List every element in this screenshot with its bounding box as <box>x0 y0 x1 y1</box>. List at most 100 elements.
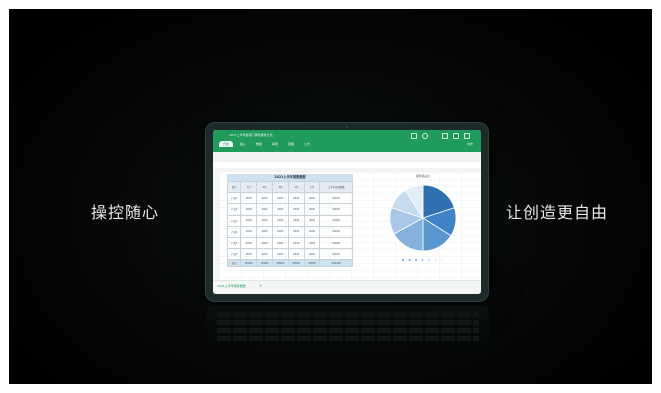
data-cell[interactable]: 0000 <box>256 236 274 250</box>
share-label[interactable]: 协作 <box>467 142 473 146</box>
tab-data[interactable]: 数据 <box>253 141 265 147</box>
tab-formula[interactable]: 公式 <box>301 141 313 147</box>
pie-chart-graphic <box>389 184 457 261</box>
row-label-cell[interactable]: 产品4 <box>226 225 242 238</box>
data-cell[interactable]: 00000 <box>287 259 305 268</box>
row-label-cell[interactable]: 总计 <box>226 259 242 268</box>
data-cell[interactable]: 0000 <box>272 214 289 227</box>
tablet-device: 2021上半年各部门销售额统计表 开始 插入 数据 审阅 视图 公式 协作 20… <box>206 123 488 301</box>
row-label-cell[interactable]: 产品5 <box>226 236 242 250</box>
data-cell[interactable]: 0000 <box>240 203 258 216</box>
table-row: 产品5 0000 0000 0000 0000 0000 00000 <box>226 236 353 250</box>
header-cell[interactable]: 部门 <box>226 180 242 194</box>
data-cell[interactable]: 0000 <box>287 248 305 261</box>
data-cell[interactable]: 0000 <box>287 203 305 216</box>
legend-marker <box>415 259 417 261</box>
data-cell[interactable]: 00000 <box>319 248 353 261</box>
data-cell[interactable]: 0000 <box>287 236 305 250</box>
table-row: 产品4 0000 0000 0000 0000 0000 00000 <box>226 225 353 238</box>
row-label-cell[interactable]: 产品6 <box>226 248 242 261</box>
tab-review[interactable]: 审阅 <box>269 141 281 147</box>
table-row: 产品2 0000 0000 0000 0000 0000 00000 <box>226 203 353 216</box>
data-cell[interactable]: 00000 <box>319 192 353 205</box>
document-title: 2021上半年各部门销售额统计表 <box>229 133 273 137</box>
sheet-tab-bar: 2021上半年销售数据 + <box>213 280 481 294</box>
sales-table[interactable]: 部门 1月 2月 3月 4月 5月 上半年总销售额 产品1 0000 0000 00… <box>226 180 353 268</box>
data-cell[interactable]: 0000 <box>240 248 258 261</box>
tab-insert[interactable]: 插入 <box>237 141 249 147</box>
data-cell[interactable]: 0000 <box>287 225 305 238</box>
header-cell[interactable]: 3月 <box>272 180 289 194</box>
table-row: 产品6 0000 0000 0000 0000 0000 00000 <box>226 248 353 261</box>
data-cell[interactable]: 0000 <box>272 248 289 261</box>
data-cell[interactable]: 0000 <box>256 203 274 216</box>
data-cell[interactable]: 0000 <box>240 192 258 205</box>
data-cell[interactable]: 00000 <box>256 259 274 268</box>
chart-title: 销售额占比 <box>416 174 430 178</box>
legend-marker <box>421 259 424 261</box>
data-cell[interactable]: 0000 <box>272 192 289 205</box>
legend-marker <box>434 259 437 261</box>
legend-marker <box>428 259 430 261</box>
front-camera <box>346 126 348 128</box>
data-cell[interactable]: 00000 <box>319 225 353 238</box>
data-cell[interactable]: 00000 <box>303 259 321 268</box>
data-cell[interactable]: 00000 <box>240 259 258 268</box>
data-cell[interactable]: 0000 <box>256 248 274 261</box>
data-cell[interactable]: 000000 <box>319 259 353 268</box>
data-cell[interactable]: 0000 <box>240 225 258 238</box>
header-cell[interactable]: 4月 <box>287 180 305 194</box>
data-cell[interactable]: 00000 <box>319 214 353 227</box>
product-hero-scene: 操控随心 让创造更自由 2021上半年各部门销售额统计表 开始 插入 数据 审阅… <box>9 9 652 384</box>
add-sheet-button[interactable]: + <box>259 283 262 288</box>
tab-start[interactable]: 开始 <box>219 141 233 147</box>
data-cell[interactable]: 0000 <box>256 214 274 227</box>
key-row <box>217 336 479 341</box>
data-cell[interactable]: 0000 <box>240 214 258 227</box>
legend-marker <box>402 259 404 261</box>
tablet-screen: 2021上半年各部门销售额统计表 开始 插入 数据 审阅 视图 公式 协作 20… <box>213 130 481 294</box>
row-label-cell[interactable]: 产品1 <box>226 192 242 205</box>
key-row <box>217 328 479 333</box>
data-cell[interactable]: 0000 <box>256 225 274 238</box>
tagline-right: 让创造更自由 <box>506 203 609 222</box>
save-icon[interactable] <box>411 133 417 139</box>
spreadsheet-title-bar: 2021上半年各部门销售额统计表 开始 插入 数据 审阅 视图 公式 协作 <box>213 130 481 152</box>
more-icon[interactable] <box>453 133 459 139</box>
table-title: 2021上半年销售数据 <box>227 174 353 181</box>
header-cell[interactable]: 上半年总销售额 <box>319 180 353 194</box>
key-row <box>217 320 479 325</box>
data-cell[interactable]: 0000 <box>272 225 289 238</box>
row-label-cell[interactable]: 产品2 <box>226 203 242 216</box>
data-cell[interactable]: 0000 <box>303 236 321 250</box>
data-cell[interactable]: 0000 <box>303 225 321 238</box>
data-cell[interactable]: 0000 <box>303 248 321 261</box>
data-cell[interactable]: 0000 <box>287 214 305 227</box>
data-cell[interactable]: 0000 <box>303 214 321 227</box>
table-row: 产品1 0000 0000 0000 0000 0000 00000 <box>226 192 353 205</box>
data-cell[interactable]: 0000 <box>256 192 274 205</box>
header-cell[interactable]: 1月 <box>240 180 258 194</box>
header-cell[interactable]: 5月 <box>303 180 321 194</box>
data-cell[interactable]: 0000 <box>303 192 321 205</box>
data-cell[interactable]: 0000 <box>287 192 305 205</box>
row-label-cell[interactable]: 产品3 <box>226 214 242 227</box>
table-header-row: 部门 1月 2月 3月 4月 5月 上半年总销售额 <box>226 180 353 194</box>
data-cell[interactable]: 0000 <box>272 203 289 216</box>
tab-view[interactable]: 视图 <box>285 141 297 147</box>
pie-chart[interactable]: 销售额占比 <box>371 172 475 268</box>
data-cell[interactable]: 0000 <box>272 236 289 250</box>
undo-icon[interactable] <box>422 133 428 139</box>
header-cell[interactable]: 2月 <box>256 180 274 194</box>
keyboard-accessory <box>207 306 489 354</box>
table-row: 产品3 0000 0000 0000 0000 0000 00000 <box>226 214 353 227</box>
close-icon[interactable] <box>464 133 470 139</box>
data-cell[interactable]: 00000 <box>272 259 289 268</box>
data-cell[interactable]: 0000 <box>303 203 321 216</box>
data-cell[interactable]: 0000 <box>240 236 258 250</box>
sheet-area[interactable]: 2021上半年销售数据 部门 1月 2月 3月 4月 5月 上半年总销售额 产品… <box>213 168 481 280</box>
sheet-tab[interactable]: 2021上半年销售数据 <box>217 284 246 288</box>
data-cell[interactable]: 00000 <box>319 203 353 216</box>
share-icon[interactable] <box>442 133 448 139</box>
data-cell[interactable]: 00000 <box>319 236 353 250</box>
